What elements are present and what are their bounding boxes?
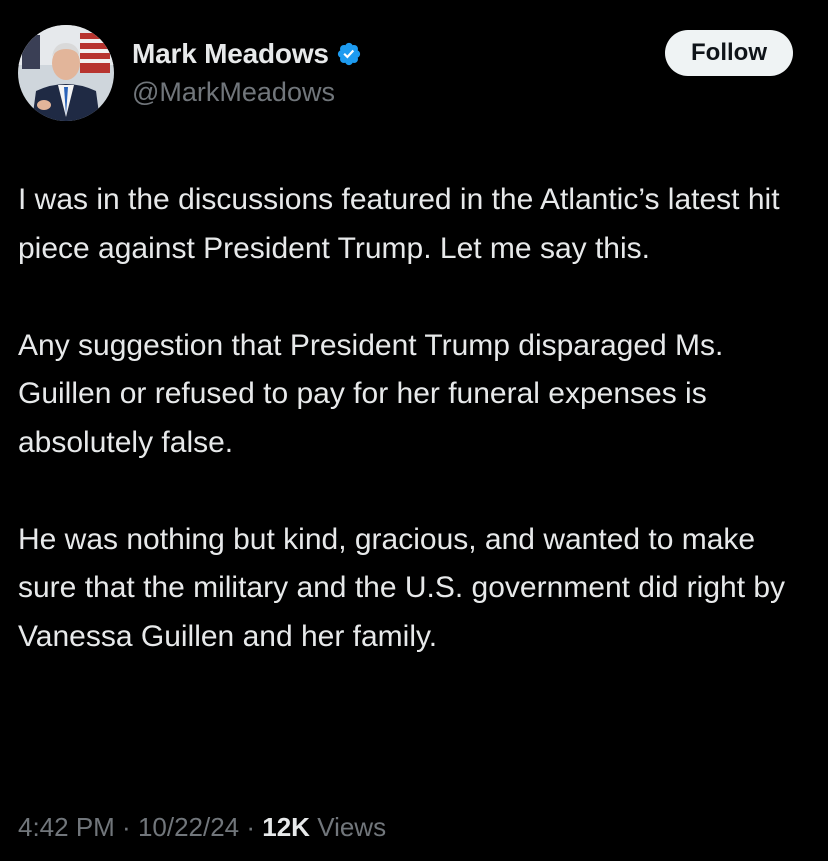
- tweet: Mark Meadows @MarkMeadows Follow I was i…: [0, 0, 828, 861]
- follow-button[interactable]: Follow: [665, 30, 793, 76]
- author-name-row: Mark Meadows: [132, 36, 362, 72]
- tweet-paragraph: He was nothing but kind, gracious, and w…: [18, 522, 786, 653]
- author-handle[interactable]: @MarkMeadows: [132, 77, 335, 108]
- tweet-paragraph: I was in the discussions featured in the…: [18, 183, 780, 265]
- tweet-paragraph: Any suggestion that President Trump disp…: [18, 328, 724, 459]
- avatar-image: [18, 25, 114, 121]
- tweet-date[interactable]: 10/22/24: [138, 812, 239, 842]
- views-count[interactable]: 12K: [262, 812, 310, 842]
- tweet-time[interactable]: 4:42 PM: [18, 812, 115, 842]
- avatar[interactable]: [18, 25, 114, 121]
- tweet-meta: 4:42 PM · 10/22/24 · 12K Views: [18, 812, 386, 843]
- verified-badge-icon[interactable]: [336, 41, 362, 67]
- meta-separator: ·: [114, 812, 138, 842]
- display-name[interactable]: Mark Meadows: [132, 38, 329, 70]
- views-label: Views: [309, 812, 387, 842]
- meta-separator: ·: [239, 812, 263, 842]
- tweet-text: I was in the discussions featured in the…: [18, 176, 818, 661]
